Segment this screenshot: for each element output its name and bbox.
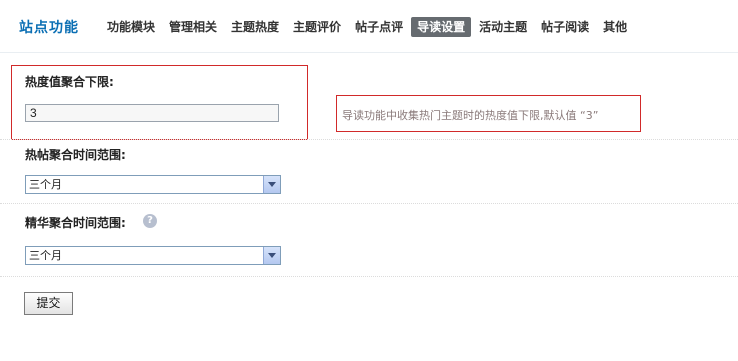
help-bubble-icon[interactable]: ? — [143, 214, 157, 228]
heat-limit-input[interactable] — [25, 104, 279, 122]
tab-bar: 功能模块 管理相关 主题热度 主题评价 帖子点评 导读设置 活动主题 帖子阅读 … — [101, 17, 635, 37]
heat-limit-label: 热度值聚合下限: — [25, 75, 114, 89]
tab-management[interactable]: 管理相关 — [163, 17, 223, 37]
tab-topic-heat[interactable]: 主题热度 — [225, 17, 285, 37]
divider — [0, 139, 738, 140]
tab-post-reading[interactable]: 帖子阅读 — [535, 17, 595, 37]
tab-modules[interactable]: 功能模块 — [101, 17, 161, 37]
hot-post-range-select[interactable]: 三个月 — [25, 175, 281, 194]
tab-topic-rating[interactable]: 主题评价 — [287, 17, 347, 37]
divider — [0, 276, 738, 277]
divider — [0, 203, 738, 204]
tab-other[interactable]: 其他 — [597, 17, 633, 37]
dropdown-arrow-icon[interactable] — [263, 247, 280, 264]
digest-range-select[interactable]: 三个月 — [25, 246, 281, 265]
site-title: 站点功能 — [19, 20, 79, 36]
tab-guide-settings[interactable]: 导读设置 — [411, 17, 472, 37]
digest-range-value: 三个月 — [29, 249, 62, 262]
tab-activity-topic[interactable]: 活动主题 — [473, 17, 533, 37]
digest-range-label: 精华聚合时间范围: — [25, 216, 126, 230]
submit-button[interactable]: 提交 — [24, 292, 73, 315]
hot-post-range-label: 热帖聚合时间范围: — [25, 148, 126, 162]
header-bar: 站点功能 功能模块 管理相关 主题热度 主题评价 帖子点评 导读设置 活动主题 … — [0, 0, 738, 53]
tab-post-comment[interactable]: 帖子点评 — [349, 17, 409, 37]
heat-limit-hint: 导读功能中收集热门主题时的热度值下限,默认值 “3” — [342, 109, 599, 122]
hot-post-range-value: 三个月 — [29, 178, 62, 191]
dropdown-arrow-icon[interactable] — [263, 176, 280, 193]
